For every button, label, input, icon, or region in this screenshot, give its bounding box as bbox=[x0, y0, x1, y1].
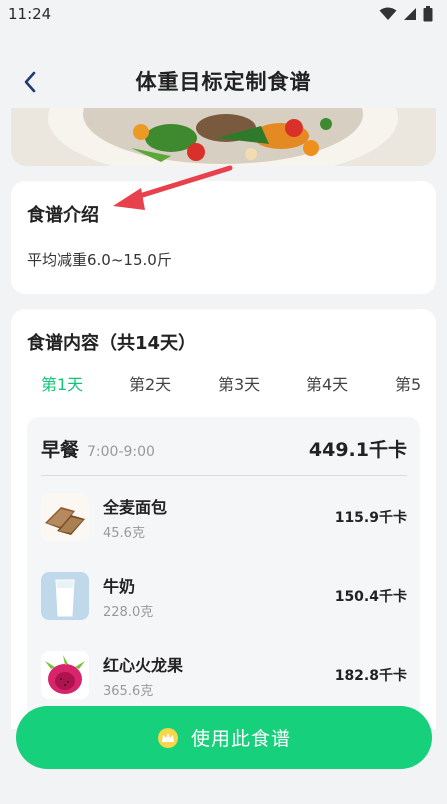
food-name: 牛奶 bbox=[103, 576, 136, 596]
status-time: 11:24 bbox=[8, 5, 52, 23]
crown-icon bbox=[157, 727, 178, 748]
food-name: 全麦面包 bbox=[103, 497, 168, 517]
tab-day-1[interactable]: 第1天 bbox=[41, 371, 83, 395]
day-tabs: 第1天 第2天 第3天 第4天 第5 bbox=[11, 371, 436, 401]
content-title: 食谱内容（共14天） bbox=[27, 333, 197, 354]
meal-section-breakfast: 早餐 7:00-9:00 449.1千卡 全麦面包 45.6克 115.9千卡 bbox=[27, 417, 420, 729]
food-weight: 228.0克 bbox=[103, 604, 154, 620]
status-bar: 11:24 bbox=[0, 0, 447, 28]
tab-day-4[interactable]: 第4天 bbox=[306, 371, 348, 395]
food-kcal: 182.8千卡 bbox=[334, 668, 407, 684]
back-button[interactable] bbox=[14, 66, 46, 98]
annotation-arrow-icon bbox=[113, 165, 233, 210]
meal-divider bbox=[41, 475, 407, 476]
wifi-icon bbox=[379, 7, 397, 20]
chevron-left-icon bbox=[24, 71, 36, 93]
tab-day-5[interactable]: 第5 bbox=[395, 371, 421, 395]
food-item[interactable]: 红心火龙果 365.6克 182.8千卡 bbox=[41, 649, 407, 701]
meal-name: 早餐 bbox=[41, 439, 80, 461]
bottom-action-bar: 使用此食谱 bbox=[0, 706, 447, 804]
tab-day-2[interactable]: 第2天 bbox=[129, 371, 171, 395]
meal-time: 7:00-9:00 bbox=[87, 444, 155, 460]
app-header: 体重目标定制食谱 bbox=[0, 52, 447, 110]
milk-icon bbox=[41, 572, 89, 620]
use-recipe-button[interactable]: 使用此食谱 bbox=[16, 706, 432, 769]
food-weight: 365.6克 bbox=[103, 683, 154, 699]
food-kcal: 115.9千卡 bbox=[334, 510, 407, 526]
dragon-fruit-icon bbox=[41, 651, 89, 699]
status-icons bbox=[379, 6, 433, 22]
use-recipe-label: 使用此食谱 bbox=[190, 728, 291, 750]
battery-icon bbox=[423, 6, 433, 22]
tab-day-3[interactable]: 第3天 bbox=[218, 371, 260, 395]
food-item[interactable]: 全麦面包 45.6克 115.9千卡 bbox=[41, 491, 407, 543]
meal-header: 早餐 7:00-9:00 449.1千卡 bbox=[41, 435, 407, 462]
food-weight: 45.6克 bbox=[103, 525, 145, 541]
signal-icon bbox=[404, 8, 416, 20]
food-item[interactable]: 牛奶 228.0克 150.4千卡 bbox=[41, 570, 407, 622]
meal-kcal: 449.1千卡 bbox=[308, 439, 407, 461]
salad-plate-illustration bbox=[11, 108, 436, 166]
recipe-content-card: 食谱内容（共14天） 第1天 第2天 第3天 第4天 第5 早餐 7:00-9:… bbox=[11, 309, 436, 729]
intro-description: 平均减重6.0~15.0斤 bbox=[27, 251, 172, 269]
food-kcal: 150.4千卡 bbox=[334, 589, 407, 605]
recipe-hero-image bbox=[11, 108, 436, 166]
food-name: 红心火龙果 bbox=[103, 655, 184, 675]
page-title: 体重目标定制食谱 bbox=[135, 70, 312, 94]
bread-icon bbox=[41, 493, 89, 541]
